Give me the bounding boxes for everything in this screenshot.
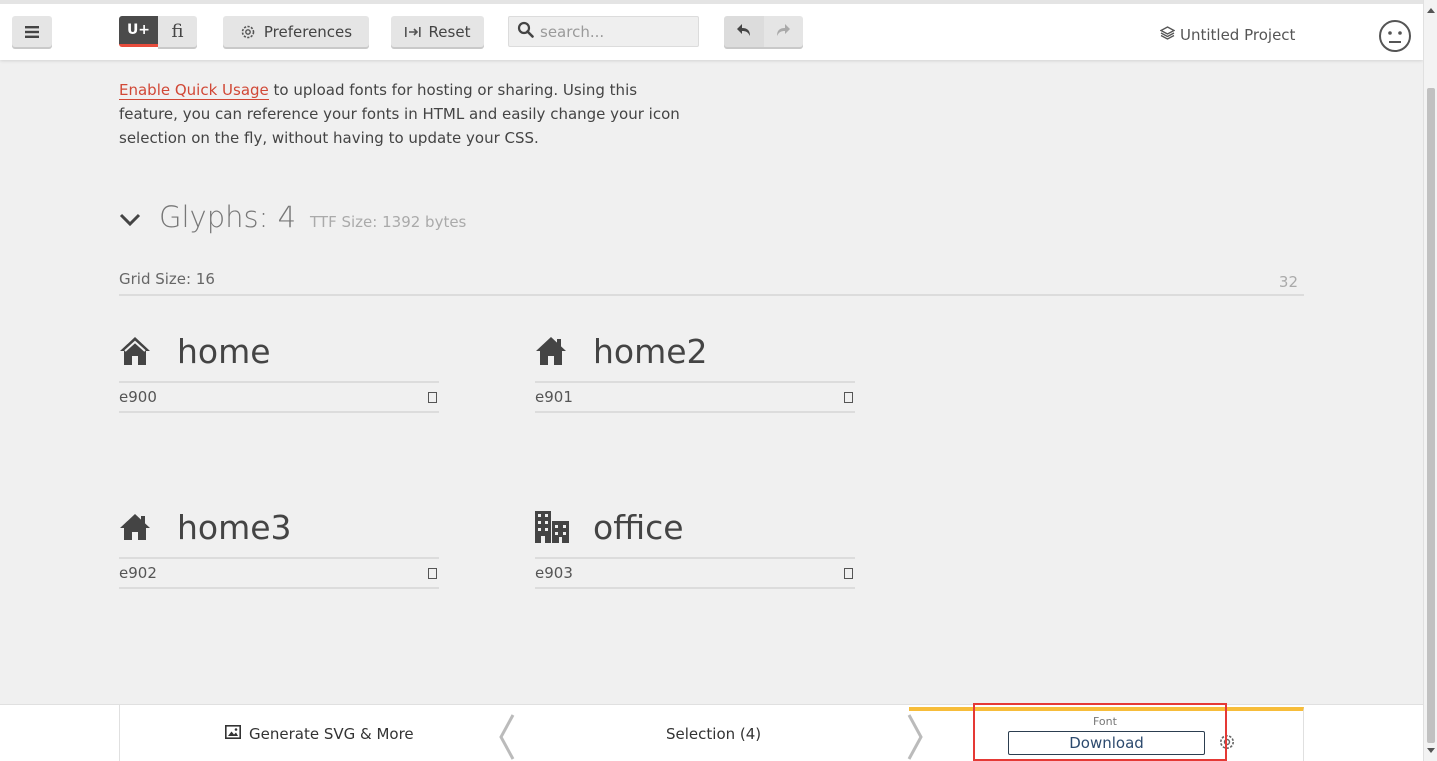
glyph-card[interactable]: home3 e902 bbox=[119, 503, 439, 589]
home2-icon bbox=[535, 334, 569, 368]
layers-icon bbox=[1159, 26, 1176, 44]
grid-size-slider[interactable]: Grid Size: 16 32 bbox=[119, 270, 1304, 296]
glyph-code[interactable]: e900 bbox=[119, 388, 157, 406]
undo-icon bbox=[736, 22, 752, 41]
preferences-label: Preferences bbox=[263, 22, 353, 41]
ligature-view-button[interactable]: ﬁ bbox=[158, 16, 197, 47]
image-icon bbox=[225, 725, 241, 743]
scrollbar-thumb[interactable] bbox=[1427, 88, 1435, 743]
generate-svg-button[interactable]: Generate SVG & More bbox=[225, 725, 414, 743]
search-box bbox=[508, 16, 699, 47]
reset-arrow-icon bbox=[404, 26, 421, 38]
grid-size-label: Grid Size: 16 bbox=[119, 270, 215, 288]
reset-button[interactable]: Reset bbox=[391, 16, 484, 47]
vertical-scrollbar[interactable] bbox=[1423, 0, 1437, 761]
scroll-down-arrow-icon[interactable] bbox=[1427, 748, 1435, 753]
hamburger-icon bbox=[25, 25, 39, 38]
glyph-name[interactable]: home3 bbox=[177, 508, 292, 547]
gear-icon bbox=[240, 24, 256, 40]
home-icon bbox=[119, 334, 153, 368]
top-toolbar: U+ ﬁ Preferences Reset search... Untitle… bbox=[0, 0, 1423, 60]
preferences-button[interactable]: Preferences bbox=[223, 16, 369, 47]
bottom-divider bbox=[119, 705, 120, 761]
generate-svg-label: Generate SVG & More bbox=[249, 725, 414, 743]
grid-size-max: 32 bbox=[1278, 273, 1298, 291]
glyph-code[interactable]: e901 bbox=[535, 388, 573, 406]
glyph-card[interactable]: home2 e901 bbox=[535, 327, 855, 413]
download-highlight-box bbox=[973, 703, 1227, 761]
home3-icon bbox=[119, 510, 153, 544]
history-controls bbox=[724, 16, 803, 47]
code-view-toggle: U+ ﬁ bbox=[119, 16, 197, 47]
collapse-chevron-icon[interactable] bbox=[119, 212, 143, 231]
glyphs-label: Glyphs: bbox=[159, 200, 269, 234]
glyph-card[interactable]: home e900 bbox=[119, 327, 439, 413]
glyph-code[interactable]: e902 bbox=[119, 564, 157, 582]
search-input[interactable] bbox=[540, 22, 690, 41]
glyph-preview-char bbox=[428, 391, 437, 403]
glyph-card[interactable]: office e903 bbox=[535, 503, 855, 589]
glyph-name[interactable]: home2 bbox=[593, 332, 708, 371]
glyph-preview-char bbox=[844, 391, 853, 403]
ttf-size-label: TTF Size: 1392 bytes bbox=[310, 213, 467, 231]
project-name: Untitled Project bbox=[1180, 26, 1296, 44]
unicode-view-button[interactable]: U+ bbox=[119, 16, 158, 47]
project-selector[interactable]: Untitled Project bbox=[1159, 26, 1296, 44]
glyphs-count: 4 bbox=[277, 200, 297, 234]
neutral-face-icon bbox=[1378, 20, 1412, 57]
glyph-count-title: Glyphs: 4 bbox=[159, 200, 296, 234]
scroll-up-arrow-icon[interactable] bbox=[1427, 8, 1435, 13]
glyph-code[interactable]: e903 bbox=[535, 564, 573, 582]
glyph-name[interactable]: home bbox=[177, 332, 271, 371]
reset-label: Reset bbox=[428, 22, 471, 41]
main-menu-button[interactable] bbox=[12, 16, 52, 47]
glyph-preview-char bbox=[844, 567, 853, 579]
redo-icon bbox=[775, 22, 791, 41]
search-icon bbox=[517, 21, 534, 42]
enable-quick-usage-link[interactable]: Enable Quick Usage bbox=[119, 81, 269, 100]
undo-button[interactable] bbox=[724, 16, 764, 47]
glyph-set-header: Glyphs: 4 TTF Size: 1392 bytes bbox=[119, 200, 466, 234]
selection-label: Selection (4) bbox=[666, 725, 762, 743]
chevron-left-icon[interactable] bbox=[498, 713, 516, 761]
office-icon bbox=[535, 510, 569, 544]
quick-usage-notice: Enable Quick Usage to upload fonts for h… bbox=[119, 78, 699, 150]
selection-tab[interactable]: Selection (4) bbox=[666, 725, 761, 743]
redo-button[interactable] bbox=[763, 16, 803, 47]
glyph-name[interactable]: office bbox=[593, 508, 684, 547]
glyph-preview-char bbox=[428, 567, 437, 579]
user-avatar[interactable] bbox=[1378, 19, 1412, 57]
